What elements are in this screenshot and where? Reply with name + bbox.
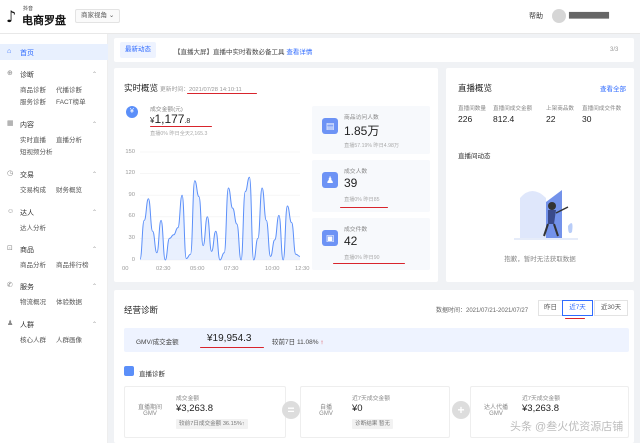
y-tick-label: 150 — [125, 148, 135, 155]
live-stat-label: 直播间成交件数 — [582, 106, 622, 112]
live-diagnosis-title: 直播诊断 — [139, 371, 165, 378]
metric-compare: 直播57.19% 昨日4.98万 — [344, 143, 400, 149]
diagnosis-type-sub: GMV — [489, 411, 503, 417]
diagnosis-sub: 近7天成交金额 — [352, 396, 391, 402]
range-0[interactable]: 昨日 — [538, 300, 563, 316]
live-stat-label: 直播间成交金额 — [493, 106, 533, 112]
y-tick-label: 120 — [125, 170, 135, 177]
diagnosis-type: 自播 — [319, 405, 332, 411]
x-tick-label: 10:00 — [265, 266, 280, 272]
metric-label: 商品访问人数 — [344, 115, 379, 121]
operator-icon: = — [282, 401, 300, 419]
operator-icon: + — [452, 401, 470, 419]
gmv-summary — [124, 328, 629, 352]
live-title: 直播概览 — [458, 83, 493, 93]
y-tick-label: 60 — [128, 213, 135, 220]
box-icon: ▣ — [322, 230, 338, 246]
range-2[interactable]: 近30天 — [594, 300, 628, 316]
live-stat-value: 226 — [458, 114, 473, 124]
live-card — [446, 68, 634, 282]
metric-label: 成交件数 — [344, 227, 368, 233]
diagnosis-value: ¥0 — [352, 403, 363, 414]
diagnosis-sub: 近7天成交金额 — [522, 396, 561, 402]
diagnosis-type-sub: GMV — [143, 411, 157, 417]
diagnosis-note: 诊断结果 暂无 — [352, 419, 394, 429]
x-tick-label: 05:00 — [190, 266, 205, 272]
gmv-summary-value: ¥19,954.3 — [207, 333, 252, 344]
gmv-compare-label: 较前7日 — [272, 339, 296, 346]
gmv-summary-label: GMV/成交金额 — [136, 339, 179, 346]
empty-text: 抱歉，暂时无法获取数据 — [504, 256, 576, 263]
y-tick-label: 0 — [131, 256, 135, 263]
metric-compare: 直播0% 昨日85 — [344, 197, 380, 203]
x-tick-label: 02:30 — [156, 266, 171, 272]
live-stat-value: 30 — [582, 114, 592, 124]
gmv-compare-value: 11.08% — [296, 339, 319, 346]
view-all-link[interactable]: 查看全部 — [600, 83, 626, 93]
live-stat-label: 直播间数量 — [458, 106, 486, 112]
diagnosis-note: 较前7日成交金额 36.15%↑ — [176, 419, 248, 429]
diagnosis-type-sub: GMV — [319, 411, 333, 417]
diagnosis-value: ¥3,263.8 — [522, 403, 559, 414]
goods-icon: ▤ — [322, 118, 338, 134]
metric-value: 39 — [344, 176, 358, 190]
date-range: 数据时间：2021/07/21-2021/07/27 — [436, 308, 529, 314]
metric-value: 42 — [344, 234, 358, 248]
users-icon: ♟ — [322, 172, 338, 188]
metric-value: 1.85万 — [344, 124, 380, 138]
x-tick-label: 00 — [122, 266, 129, 272]
diagnosis-type: 直播期间 — [137, 405, 162, 411]
gmv-compare-block: 较前7日 11.08% ↑ — [272, 336, 324, 346]
y-tick-label: 90 — [128, 191, 135, 198]
empty-illustration — [514, 190, 578, 240]
diagnosis-value: ¥3,263.8 — [176, 403, 213, 414]
live-stat-label: 上架商品数 — [546, 106, 574, 112]
range-1[interactable]: 近7天 — [562, 300, 593, 316]
diagnosis-title: 经营诊断 — [124, 305, 159, 315]
metric-label: 成交人数 — [344, 169, 368, 175]
metric-compare: 直播0% 昨日90 — [344, 255, 380, 261]
diagnosis-sub: 成交金额 — [176, 396, 200, 402]
x-tick-label: 12:30 — [295, 266, 310, 272]
arrow-up-icon: ↑ — [320, 339, 324, 346]
activity-title: 直播间动态 — [458, 153, 491, 160]
diagnosis-type: 达人代播 — [483, 405, 508, 411]
watermark: 头条 @叁火优资源店铺 — [510, 421, 624, 433]
live-diagnosis-icon — [124, 366, 134, 376]
y-tick-label: 30 — [128, 234, 135, 241]
live-stat-value: 22 — [546, 114, 556, 124]
x-tick-label: 07:30 — [224, 266, 239, 272]
live-stat-value: 812.4 — [493, 114, 515, 124]
